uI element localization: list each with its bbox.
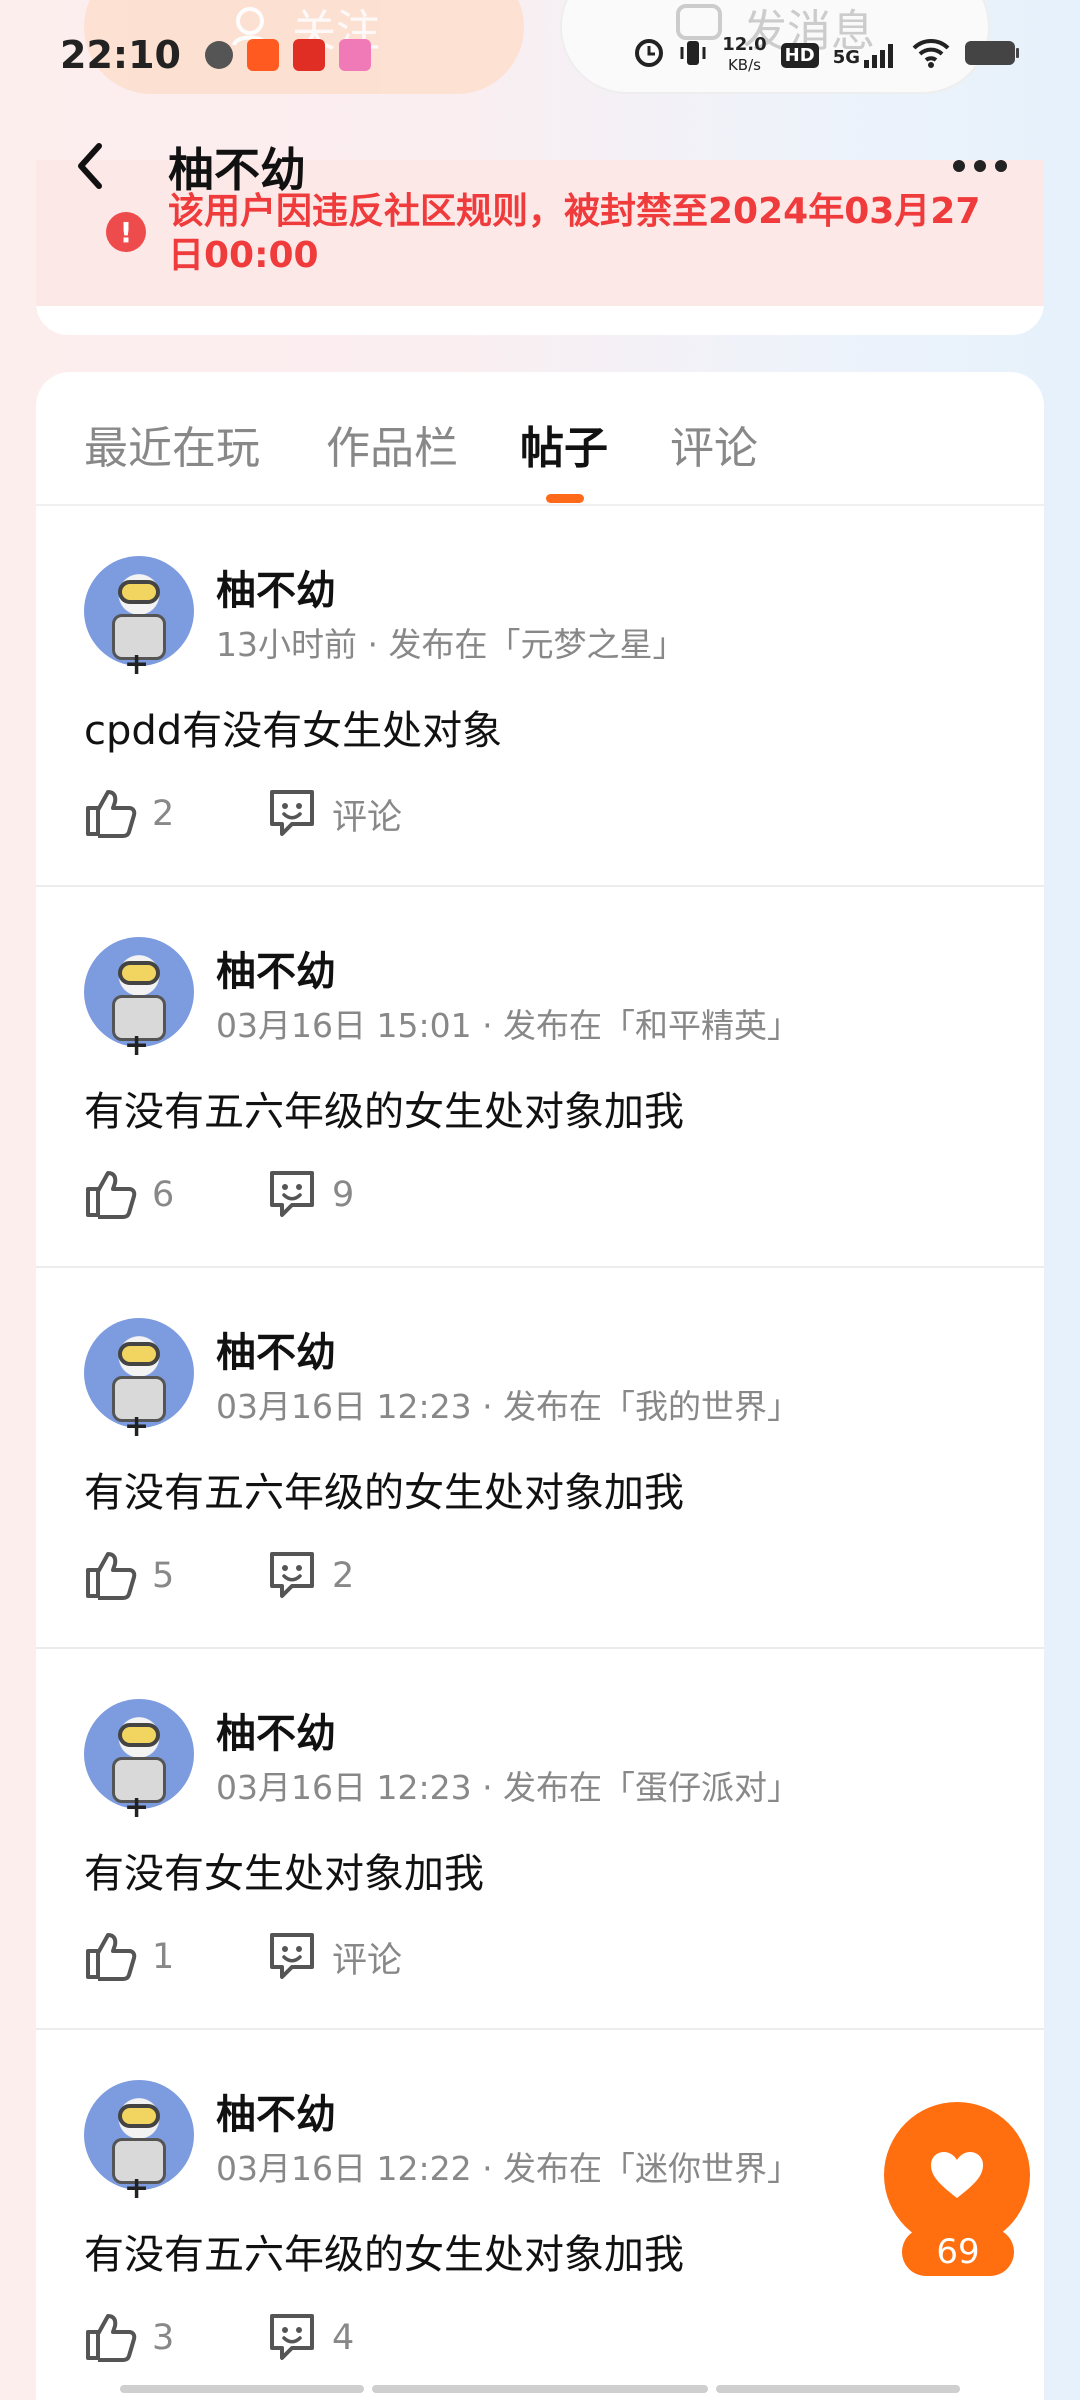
post-list: + 柚不幼 13小时前 · 发布在「元梦之星」 cpdd有没有女生处对象 2 评论 + 柚不幼… [36,506,1044,2400]
like-count: 2 [152,794,175,834]
like-button[interactable]: 2 [84,786,174,842]
like-button[interactable]: 3 [84,2310,174,2366]
post-meta: 03月16日 12:23 · 发布在「蛋仔派对」 [216,1768,801,1807]
taobao-icon [246,39,279,71]
posts-card: 最近在玩 作品栏 帖子 评论 + 柚不幼 13小时前 · 发布在「元梦之星」 cpdd… [36,372,1044,2400]
comment-count: 2 [332,1556,355,1596]
more-dot-icon [995,160,1007,172]
wechat-icon [204,41,233,69]
follow-plus-icon[interactable]: + [124,1031,149,1061]
post-author[interactable]: 柚不幼 [216,1320,336,1378]
post-actions: 52 [84,1548,684,1608]
comment-count: 评论 [332,1940,403,1981]
heart-icon [931,2152,983,2198]
like-count: 3 [152,2318,175,2358]
post-actions: 34 [84,2310,684,2370]
like-count-badge: 69 [902,2228,1014,2276]
comment-icon [266,786,318,842]
like-button[interactable]: 1 [84,1929,174,1985]
thumbs-up-icon [84,1548,138,1604]
clock-app-icon [338,39,371,71]
post-item[interactable]: + 柚不幼 03月16日 12:23 · 发布在「蛋仔派对」有没有女生处对象加我 1 评… [36,1649,1044,2030]
post-author[interactable]: 柚不幼 [216,939,336,997]
follow-plus-icon[interactable]: + [124,2174,149,2204]
post-content[interactable]: cpdd有没有女生处对象 [84,698,502,756]
top-header: 柚不幼 [0,110,1080,220]
post-meta: 13小时前 · 发布在「元梦之星」 [216,625,686,664]
tab-works[interactable]: 作品栏 [326,412,458,476]
like-count: 5 [152,1556,175,1596]
page-title: 柚不幼 [168,143,306,197]
post-meta: 03月16日 15:01 · 发布在「和平精英」 [216,1006,801,1045]
post-actions: 1 评论 [84,1929,684,1989]
signal-icon: 5G [833,42,898,68]
thumbs-up-icon [84,1929,138,1985]
tab-recently-played[interactable]: 最近在玩 [84,412,260,476]
post-item[interactable]: + 柚不幼 13小时前 · 发布在「元梦之星」 cpdd有没有女生处对象 2 评论 [36,506,1044,887]
net-speed: 12.0 KB/s [722,34,767,75]
comment-count: 4 [332,2318,355,2358]
comment-icon [266,2310,318,2366]
post-actions: 2 评论 [84,786,684,846]
comment-button[interactable]: 4 [266,2310,354,2366]
comment-count: 评论 [332,797,403,838]
post-meta: 03月16日 12:23 · 发布在「我的世界」 [216,1387,801,1426]
post-item[interactable]: + 柚不幼 03月16日 12:23 · 发布在「我的世界」有没有五六年级的女生处对… [36,1268,1044,1649]
thumbs-up-icon [84,1167,138,1223]
comment-icon [266,1929,318,1985]
pinduoduo-icon [292,39,325,71]
wifi-icon [912,38,950,72]
comment-count: 9 [332,1175,355,1215]
battery-icon [964,38,1020,72]
alarm-icon [634,38,664,72]
back-arrow-icon [78,143,102,189]
post-content[interactable]: 有没有女生处对象加我 [84,1841,484,1899]
scroll-indicator [716,2385,960,2393]
post-item[interactable]: + 柚不幼 03月16日 15:01 · 发布在「和平精英」有没有五六年级的女生处对… [36,887,1044,1268]
post-item[interactable]: + 柚不幼 03月16日 12:22 · 发布在「迷你世界」有没有五六年级的女生处对… [36,2030,1044,2400]
like-button[interactable]: 6 [84,1167,174,1223]
comment-button[interactable]: 评论 [266,1929,402,1985]
post-author[interactable]: 柚不幼 [216,558,336,616]
status-time: 22:10 [60,33,181,77]
comment-button[interactable]: 评论 [266,786,402,842]
like-fab-button[interactable] [884,2102,1030,2248]
post-content[interactable]: 有没有五六年级的女生处对象加我 [84,1460,684,1518]
tab-bar: 最近在玩 作品栏 帖子 评论 [36,372,1044,506]
follow-plus-icon[interactable]: + [124,650,149,680]
more-options-button[interactable] [940,136,1020,196]
vibrate-icon [678,38,708,72]
post-content[interactable]: 有没有五六年级的女生处对象加我 [84,1079,684,1137]
post-author[interactable]: 柚不幼 [216,1701,336,1759]
comment-icon [266,1167,318,1223]
post-content[interactable]: 有没有五六年级的女生处对象加我 [84,2222,684,2280]
hd-badge: HD [780,42,819,68]
like-count: 6 [152,1175,175,1215]
status-bar: 22:10 12.0 KB/s HD 5G [0,0,1080,110]
active-tab-indicator [546,494,584,503]
like-count: 1 [152,1937,175,1977]
more-dot-icon [953,160,965,172]
comment-button[interactable]: 9 [266,1167,354,1223]
post-author[interactable]: 柚不幼 [216,2082,336,2140]
comment-button[interactable]: 2 [266,1548,354,1604]
more-dot-icon [974,160,986,172]
like-button[interactable]: 5 [84,1548,174,1604]
post-meta: 03月16日 12:22 · 发布在「迷你世界」 [216,2149,801,2188]
thumbs-up-icon [84,786,138,842]
comment-icon [266,1548,318,1604]
scroll-indicator [120,2385,364,2393]
thumbs-up-icon [84,2310,138,2366]
scroll-indicator [372,2385,708,2393]
tab-posts[interactable]: 帖子 [520,412,608,476]
follow-plus-icon[interactable]: + [124,1412,149,1442]
back-button[interactable] [60,136,120,196]
follow-plus-icon[interactable]: + [124,1793,149,1823]
tab-comments[interactable]: 评论 [670,412,758,476]
post-actions: 69 [84,1167,684,1227]
